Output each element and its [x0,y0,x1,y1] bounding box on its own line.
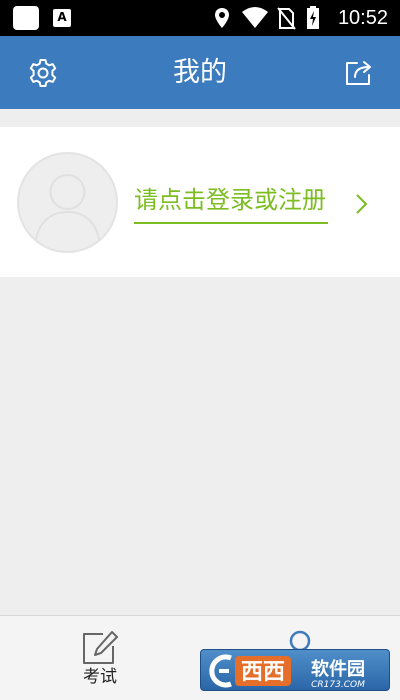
svg-text:CR173.COM: CR173.COM [311,680,365,690]
location-icon [215,8,229,28]
watermark-logo: 西西 软件园 CR173.COM [200,649,390,691]
app-a-icon: A [53,9,71,27]
profile-card[interactable]: 请点击登录或注册 [0,127,400,277]
share-icon[interactable] [343,57,375,89]
login-register-link[interactable]: 请点击登录或注册 [134,182,328,224]
chevron-right-icon[interactable] [354,193,370,215]
nav-item-exam[interactable]: 考试 [60,616,140,700]
battery-charging-icon [307,6,319,29]
no-sim-icon [277,7,296,30]
pencil-edit-icon [83,631,118,664]
wifi-icon [242,7,268,28]
svg-text:西西: 西西 [241,660,285,685]
status-bar: A 10:52 [0,0,400,36]
svg-text:软件园: 软件园 [311,658,365,680]
app-square-icon [13,6,39,30]
default-avatar-icon[interactable] [17,152,118,253]
app-a-letter: A [57,10,67,24]
nav-label-exam: 考试 [83,667,117,687]
clock: 10:52 [337,7,388,29]
app-header: 我的 [0,36,400,109]
page-title: 我的 [173,57,227,88]
